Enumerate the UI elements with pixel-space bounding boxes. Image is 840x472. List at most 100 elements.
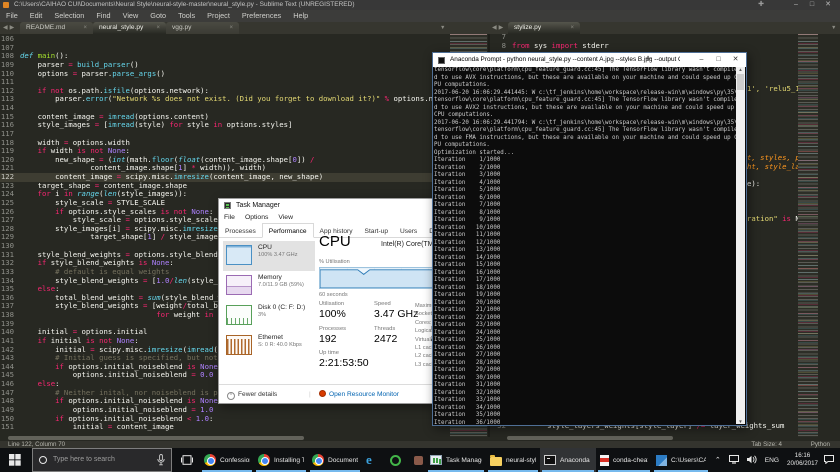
menu-item-project[interactable]: Project [201, 10, 236, 22]
sidebar-item-ethernet[interactable]: EthernetS: 0 R: 40.0 Kbps [223, 331, 315, 361]
taskbar-button-neural-style-m[interactable]: neural-style-m... [486, 448, 540, 472]
code-line: 8from sys import stderr [490, 42, 609, 51]
menu-item-file[interactable]: File [0, 10, 24, 22]
taskbar-button-smallapp[interactable] [410, 448, 426, 472]
tray-show-hidden-icons-chevron[interactable]: ⌃ [711, 456, 725, 464]
tab-README-md[interactable]: README.md× [20, 22, 93, 34]
console-line: Iteration 8/1000 [434, 210, 736, 218]
tab-label: neural_style.py [99, 24, 143, 31]
action-center-button[interactable] [820, 455, 840, 466]
menu-item-edit[interactable]: Edit [24, 10, 49, 22]
sublime-statusbar: Line 122, Column 70 Tab Size: 4 Python [0, 441, 840, 448]
sublime-logo-icon [3, 2, 9, 8]
line-number: 7 [490, 33, 512, 42]
microphone-icon[interactable] [157, 454, 165, 466]
clock-date: 20/06/2017 [787, 460, 818, 468]
cpu-graph-time-label: 60 seconds [319, 292, 348, 298]
tm-menu-item-file[interactable]: File [219, 214, 240, 221]
console-output[interactable]: tensorflow\core\platform\cpu_feature_gua… [434, 67, 736, 424]
taskbar-button-c-users-caih[interactable]: C:\Users\CAIH... [652, 448, 710, 472]
console-line: Iteration 25/1000 [434, 337, 736, 345]
taskbar-button-documents-cs[interactable]: Documents/CS... [308, 448, 362, 472]
taskbar-button-anaconda-pro[interactable]: Anaconda Pro... [540, 448, 596, 472]
sidebar-item-cpu[interactable]: CPU100% 3.47 GHz [223, 241, 315, 271]
menu-item-goto[interactable]: Goto [144, 10, 172, 22]
scrollbar-down-arrow-icon[interactable]: ▼ [736, 419, 745, 424]
taskbar-button-conda-cheatsh[interactable]: conda-cheatsh... [596, 448, 652, 472]
console-line: Iteration 33/1000 [434, 397, 736, 405]
sidebar-item-memory[interactable]: Memory7.0/11.9 GB (59%) [223, 271, 315, 301]
syntax-status[interactable]: Python [811, 441, 830, 448]
tm-menu-item-options[interactable]: Options [240, 214, 273, 221]
task-manager-icon [224, 202, 231, 209]
console-window-icon [438, 57, 445, 64]
tab-scroll-arrows-left-pane[interactable]: ◀▶ [3, 24, 16, 31]
code-token: weight [169, 310, 204, 319]
sublime-maximize-button[interactable]: □ [804, 0, 820, 10]
tab-stylize-py[interactable]: stylize.py× [508, 22, 580, 34]
console-line: Iteration 1/1000 [434, 157, 736, 165]
task-view-button[interactable] [176, 448, 198, 472]
tm-tab-processes[interactable]: Processes [219, 224, 262, 239]
network-tray-icon[interactable] [725, 455, 743, 466]
taskbar-button-label: C:\Users\CAIH... [671, 457, 706, 464]
language-indicator[interactable]: ENG [761, 457, 783, 464]
console-minimize-button[interactable]: – [693, 53, 710, 67]
taskbar-search-box[interactable]: Type here to search [32, 448, 172, 472]
fewer-details-button[interactable]: ⌃Fewer details [227, 385, 277, 404]
minimap-right-pane[interactable] [798, 34, 818, 437]
tab-close-icon[interactable]: × [570, 22, 574, 34]
tab-scroll-arrows-right-pane[interactable]: ◀▶ [492, 24, 505, 31]
tm-tab-performance[interactable]: Performance [262, 223, 314, 238]
code-token: ration" [747, 214, 782, 223]
volume-tray-icon[interactable] [743, 455, 761, 466]
menu-item-selection[interactable]: Selection [48, 10, 90, 22]
tab-neural_style-py[interactable]: neural_style.py × [93, 22, 166, 34]
tab-close-icon[interactable]: × [156, 22, 160, 34]
taskbar-button-installing-tenso[interactable]: Installing Tenso... [254, 448, 308, 472]
start-button[interactable] [0, 448, 30, 472]
tab-close-icon[interactable]: × [83, 22, 87, 34]
stat-threads: Threads2472 [374, 326, 397, 345]
menu-item-tools[interactable]: Tools [172, 10, 201, 22]
sublime-minimize-button[interactable]: – [788, 0, 804, 10]
console-scrollbar[interactable]: ▲ ▼ [736, 67, 745, 424]
sidebar-item-disk[interactable]: Disk 0 (C: F: D:)3% [223, 301, 315, 331]
folder-icon [490, 457, 502, 466]
tm-tab-start-up[interactable]: Start-up [359, 224, 394, 239]
open-resource-monitor-link[interactable]: Open Resource Monitor [319, 385, 399, 404]
code-token: is [782, 214, 791, 223]
menu-item-view[interactable]: View [117, 10, 145, 22]
cursor-position-status: Line 122, Column 70 [8, 441, 65, 448]
tm-tab-users[interactable]: Users [394, 224, 423, 239]
horizontal-scrollbar-left-pane[interactable] [8, 436, 304, 440]
sublime-close-button[interactable]: ✕ [820, 0, 836, 10]
tab-size-status[interactable]: Tab Size: 4 [751, 441, 782, 448]
code-token: 1', 'relu5_1' [747, 84, 804, 93]
console-line: PU computations. [434, 82, 736, 90]
taskbar-button-task-manager[interactable]: Task Manager [426, 448, 486, 472]
scrollbar-up-arrow-icon[interactable]: ▲ [736, 67, 745, 72]
tab-overflow-icon-left[interactable]: ▼ [440, 25, 445, 31]
console-maximize-button[interactable]: □ [710, 53, 727, 67]
menu-item-find[interactable]: Find [90, 10, 116, 22]
console-titlebar[interactable]: Anaconda Prompt - python neural_style.py… [433, 53, 746, 67]
horizontal-scrollbar-right-pane[interactable] [507, 436, 673, 440]
console-scrollbar-thumb[interactable] [737, 74, 744, 90]
menu-item-help[interactable]: Help [287, 10, 314, 22]
photos-icon [656, 455, 667, 466]
console-line: CPU computations. [434, 112, 736, 120]
code-token: [ [147, 276, 156, 285]
sublime-titlebar[interactable]: C:\Users\CAIHAO CUI\Documents\Neural Sty… [0, 0, 840, 10]
clock[interactable]: 16:16 20/06/2017 [783, 452, 820, 468]
taskbar-button-confessions-of[interactable]: Confessions of ... [200, 448, 254, 472]
tab-overflow-icon-right[interactable]: ▼ [831, 25, 836, 31]
taskbar-button-greenapp[interactable] [386, 448, 410, 472]
console-close-button[interactable]: ✕ [727, 53, 744, 67]
tm-menu-item-view[interactable]: View [273, 214, 298, 221]
menu-item-preferences[interactable]: Preferences [236, 10, 287, 22]
tab-vgg-py[interactable]: vgg.py× [166, 22, 239, 34]
taskbar-button-edge[interactable]: e [362, 448, 386, 472]
tab-close-icon[interactable]: × [229, 22, 233, 34]
chevron-up-circle-icon: ⌃ [227, 392, 235, 400]
